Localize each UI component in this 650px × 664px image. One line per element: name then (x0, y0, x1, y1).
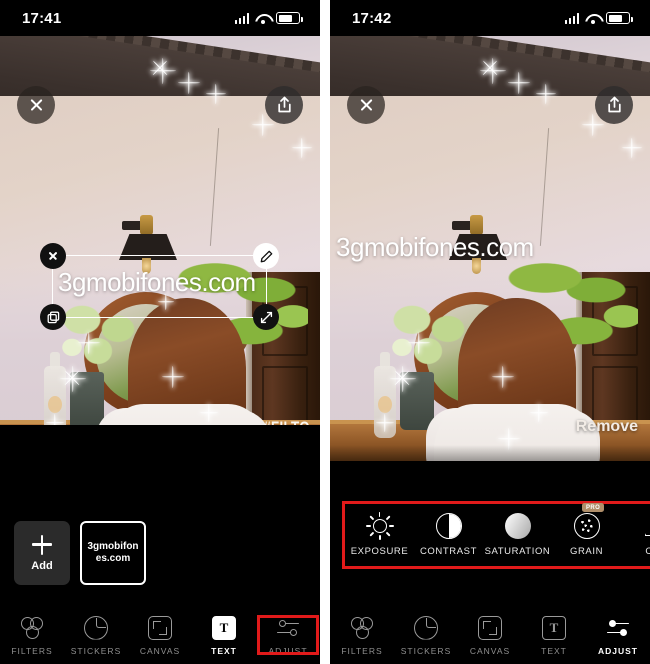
close-button[interactable] (17, 86, 55, 124)
nav-item-filters[interactable]: FILTERS (330, 614, 394, 656)
photo-canvas-right[interactable]: 3gmobifones.com Remove (330, 36, 650, 461)
phone-screen-left: 17:41 3gmobifones.com Add 3gmobifones.co… (0, 0, 320, 664)
nav-item-canvas[interactable]: CANVAS (458, 614, 522, 656)
cellular-signal-icon (234, 12, 249, 24)
adjust-tool-label: EXPOSURE (350, 546, 409, 557)
status-time: 17:41 (22, 9, 62, 27)
text-t-icon: T (542, 615, 566, 640)
close-button[interactable] (347, 86, 385, 124)
resize-diagonal-icon (260, 311, 272, 323)
adjust-tools-strip: EXPOSURE CONTRAST SATURATION PRO GRAIN C (330, 499, 650, 599)
add-layer-label: Add (31, 559, 53, 572)
photo-canvas-left[interactable]: 3gmobifones.com (0, 36, 320, 461)
nav-label: TEXT (541, 645, 567, 656)
layers-strip: Add 3gmobifones.com (0, 425, 320, 605)
sun-icon (365, 512, 394, 540)
cellular-signal-icon (564, 12, 579, 24)
nav-label: CANVAS (139, 645, 181, 656)
status-indicators (564, 12, 633, 24)
duplicate-handle[interactable] (40, 304, 66, 330)
text-t-icon: T (212, 615, 236, 640)
nav-label: ADJUST (597, 645, 638, 656)
nav-item-stickers[interactable]: STICKERS (64, 614, 128, 656)
text-overlay[interactable]: 3gmobifones.com (336, 232, 534, 263)
layer-thumbnail-label: 3gmobifones.com (87, 540, 139, 565)
close-icon (29, 98, 44, 113)
share-upload-icon (607, 96, 621, 113)
copy-icon (47, 311, 59, 323)
status-time: 17:42 (352, 9, 392, 27)
wifi-icon (255, 13, 270, 24)
pencil-icon (260, 250, 272, 262)
grain-icon (573, 513, 600, 539)
battery-icon (276, 12, 303, 24)
share-upload-icon (277, 96, 291, 113)
filters-circles-icon (350, 616, 374, 640)
screenshot-stage: 17:41 3gmobifones.com Add 3gmobifones.co… (0, 0, 650, 664)
bottom-nav-left: FILTERS STICKERS CANVAS T TEXT ADJUST (0, 605, 320, 664)
canvas-frame-icon (148, 615, 172, 640)
contrast-icon (435, 513, 462, 539)
adjust-tools-row[interactable]: EXPOSURE CONTRAST SATURATION PRO GRAIN C (345, 503, 650, 566)
phone-screen-right: 17:42 3gmobifones.com Remove EXPOSURE CO… (330, 0, 650, 664)
filters-circles-icon (20, 616, 44, 640)
adjust-tool-label: CONTRAST (419, 546, 478, 557)
nav-item-adjust[interactable]: ADJUST (256, 614, 320, 656)
nav-item-adjust[interactable]: ADJUST (586, 614, 650, 656)
adjust-tool-saturation[interactable]: SATURATION (483, 513, 552, 557)
photo-bottle-label (48, 396, 62, 413)
nav-item-text[interactable]: T TEXT (192, 614, 256, 656)
share-button[interactable] (595, 86, 633, 124)
edit-handle[interactable] (253, 243, 279, 269)
photo-lamp-brass (140, 215, 153, 235)
status-bar-right: 17:42 (330, 0, 650, 36)
plus-icon (32, 534, 52, 555)
nav-label: FILTERS (11, 645, 53, 656)
canvas-frame-icon (478, 615, 502, 640)
nav-highlight-box (257, 614, 319, 655)
close-icon (359, 98, 374, 113)
adjust-tool-label: SATURATION (484, 546, 551, 557)
photo-vase (400, 372, 434, 430)
add-layer-button[interactable]: Add (14, 521, 70, 585)
nav-label: CANVAS (469, 645, 511, 656)
delete-handle[interactable] (40, 243, 66, 269)
sticker-icon (84, 615, 108, 640)
status-indicators (234, 12, 303, 24)
pro-badge: PRO (582, 503, 605, 512)
status-bar-left: 17:41 (0, 0, 320, 36)
nav-item-stickers[interactable]: STICKERS (394, 614, 458, 656)
photo-vase (70, 372, 104, 430)
nav-item-text[interactable]: T TEXT (522, 614, 586, 656)
panel-divider (320, 0, 330, 664)
adjust-tool-clarity[interactable]: CLA (621, 513, 650, 557)
saturation-icon (504, 513, 531, 539)
remove-watermark-button[interactable]: Remove (576, 418, 638, 436)
adjust-tool-label: CLA (645, 546, 650, 557)
adjust-tool-contrast[interactable]: CONTRAST (414, 513, 483, 557)
adjust-tool-label: GRAIN (569, 546, 604, 557)
wifi-icon (585, 13, 600, 24)
photo-bottom-fade (330, 445, 650, 461)
adjust-tool-grain[interactable]: PRO GRAIN (552, 503, 621, 557)
resize-handle[interactable] (253, 304, 279, 330)
sliders-icon (606, 616, 630, 640)
sticker-icon (414, 615, 438, 640)
nav-label: FILTERS (341, 645, 383, 656)
battery-icon (606, 12, 633, 24)
adjust-tool-exposure[interactable]: EXPOSURE (345, 512, 414, 557)
nav-item-filters[interactable]: FILTERS (0, 614, 64, 656)
photo-bottle-label (378, 396, 392, 413)
bottom-nav-right: FILTERS STICKERS CANVAS T TEXT ADJUST (330, 605, 650, 664)
nav-label: TEXT (211, 645, 237, 656)
clarity-icon (643, 513, 650, 539)
layer-thumbnail-text[interactable]: 3gmobifones.com (80, 521, 146, 585)
nav-item-canvas[interactable]: CANVAS (128, 614, 192, 656)
nav-label: STICKERS (70, 645, 122, 656)
text-selection-box[interactable] (40, 243, 279, 330)
share-button[interactable] (265, 86, 303, 124)
close-icon (48, 251, 58, 261)
nav-label: STICKERS (400, 645, 452, 656)
